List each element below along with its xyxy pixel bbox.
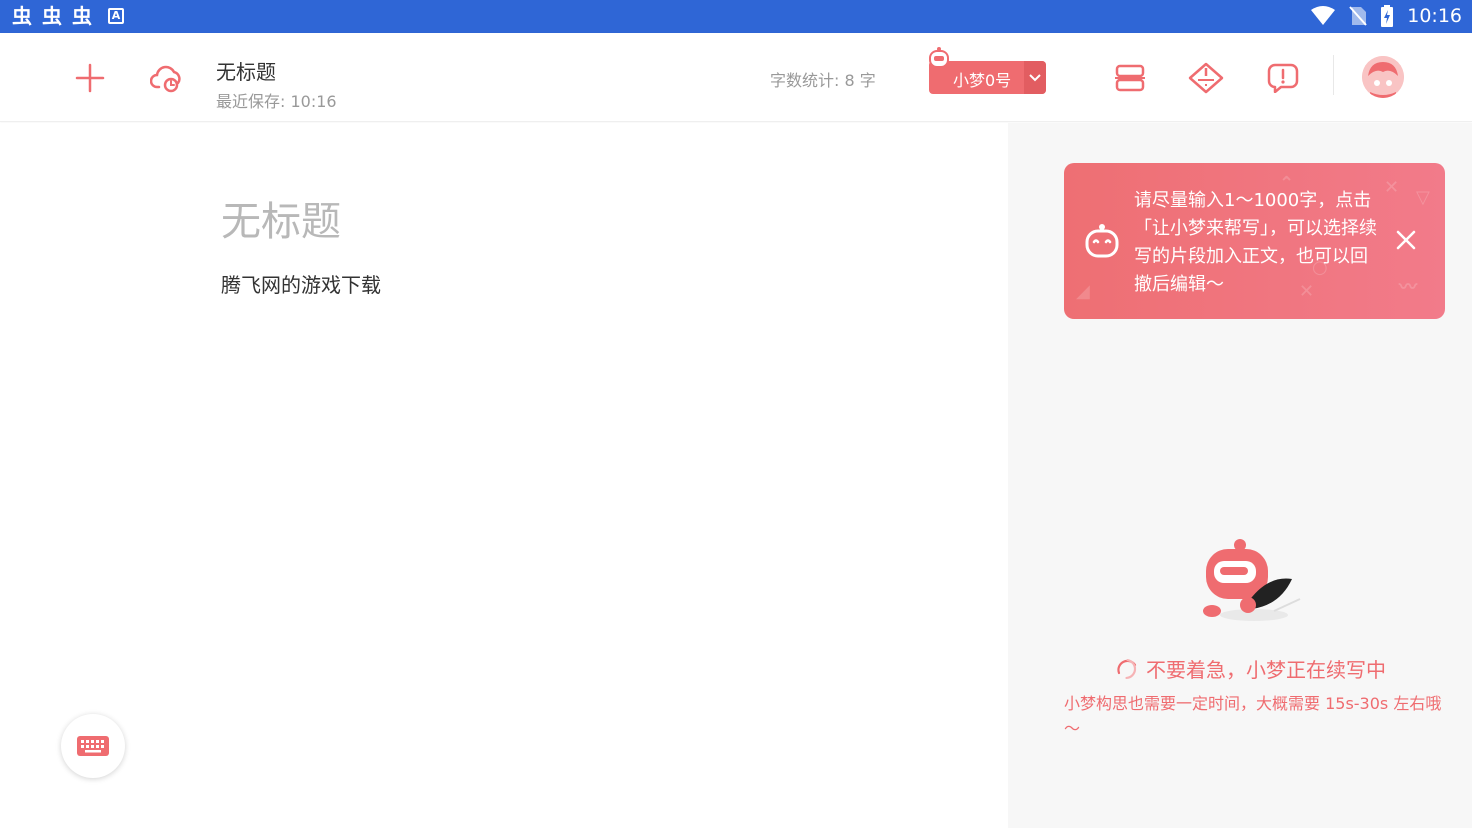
cloud-sync-button[interactable] [148, 60, 186, 96]
document-title: 无标题 [216, 60, 276, 84]
avatar-icon [1362, 56, 1404, 98]
inspiration-button[interactable] [1187, 60, 1225, 96]
word-count: 字数统计: 8 字 [770, 71, 876, 90]
status-bar-left: 虫 虫 虫 A [12, 4, 124, 28]
notification-glyph: 虫 [42, 4, 62, 28]
status-time: 10:16 [1407, 5, 1462, 27]
wifi-icon [1311, 6, 1336, 25]
feedback-button[interactable] [1264, 60, 1302, 96]
battery-icon [1381, 5, 1394, 27]
new-document-button[interactable] [72, 60, 108, 96]
outline-icon [1115, 64, 1145, 92]
cloud-sync-icon [150, 65, 181, 93]
outline-button[interactable] [1111, 60, 1149, 96]
status-bar-right: 10:16 [1311, 4, 1462, 28]
keyboard-button[interactable] [61, 714, 125, 778]
loading-main-text: 不要着急，小梦正在续写中 [1146, 658, 1386, 682]
keyboard-a-icon: A [108, 8, 124, 24]
notification-glyph: 虫 [12, 4, 32, 28]
editor-body[interactable]: 腾飞网的游戏下载 [221, 269, 381, 298]
editor-area[interactable]: 无标题 腾飞网的游戏下载 [0, 123, 1008, 828]
decor-shape: ◢ [1076, 281, 1090, 302]
keyboard-icon [77, 736, 109, 756]
robot-badge-icon [929, 47, 949, 68]
writing-robot-illustration [1203, 539, 1301, 621]
toolbar-divider [1333, 55, 1334, 95]
editor-title[interactable]: 无标题 [221, 189, 341, 247]
tip-banner: ◢ ✕ ▽ ○ ✕ 〰 ⌃ 请尽量输入1～1000字，点击「让小梦来帮写」，可以… [1064, 163, 1445, 319]
loading-status: 不要着急，小梦正在续写中 [1116, 654, 1386, 683]
avatar[interactable] [1362, 56, 1404, 98]
model-dropdown-toggle[interactable] [1024, 61, 1046, 94]
loading-sub-text: 小梦构思也需要一定时间，大概需要 15s-30s 左右哦～ [1064, 694, 1442, 738]
no-sim-icon [1349, 6, 1367, 26]
notification-glyph: 虫 [72, 4, 92, 28]
decor-shape: 〰 [1399, 277, 1417, 298]
tip-close-button[interactable] [1395, 229, 1417, 255]
top-toolbar: 无标题 最近保存: 10:16 字数统计: 8 字 小梦0号 [0, 33, 1472, 122]
tip-text: 请尽量输入1～1000字，点击「让小梦来帮写」，可以选择续写的片段加入正文，也可… [1134, 190, 1377, 295]
add-icon [75, 63, 105, 93]
model-select-label: 小梦0号 [953, 71, 1012, 90]
diamond-icon [1188, 62, 1224, 94]
last-saved-text: 最近保存: 10:16 [216, 92, 337, 111]
decor-shape: ▽ [1416, 187, 1430, 208]
ai-assist-panel: ◢ ✕ ▽ ○ ✕ 〰 ⌃ 请尽量输入1～1000字，点击「让小梦来帮写」，可以… [1008, 123, 1472, 828]
spinner-icon [1117, 658, 1137, 679]
status-bar: 虫 虫 虫 A 10:16 [0, 0, 1472, 33]
close-icon [1396, 230, 1416, 250]
robot-icon [1085, 224, 1119, 258]
feedback-icon [1267, 63, 1299, 93]
chevron-down-icon [1029, 73, 1041, 81]
decor-shape: ✕ [1384, 177, 1400, 198]
